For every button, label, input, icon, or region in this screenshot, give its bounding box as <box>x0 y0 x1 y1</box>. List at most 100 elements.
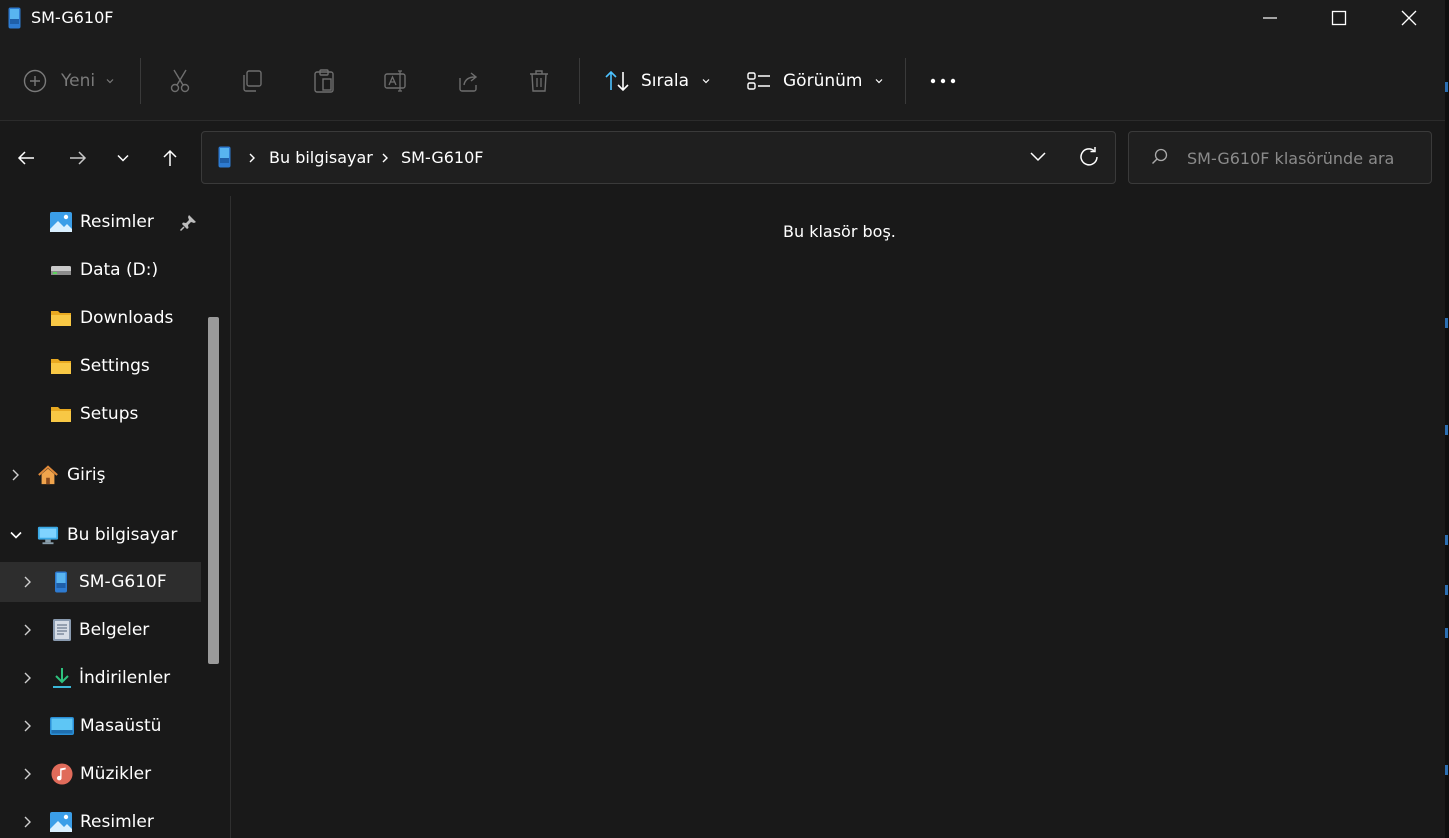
home-icon <box>38 465 58 485</box>
new-button[interactable]: Yeni <box>22 52 115 110</box>
copy-icon <box>243 70 262 92</box>
window-title: SM-G610F <box>31 8 114 27</box>
breadcrumb-device[interactable]: SM-G610F <box>401 148 483 167</box>
sidebar-item-label: Bu bilgisayar <box>67 525 178 545</box>
sidebar-item-label: İndirilenler <box>79 668 171 688</box>
sidebar-item-settings-folder[interactable]: Settings <box>0 346 201 386</box>
pane-divider[interactable] <box>230 196 231 838</box>
delete-button[interactable] <box>527 52 551 110</box>
sidebar-item-pictures[interactable]: Resimler <box>0 802 201 838</box>
sidebar-item-home[interactable]: Giriş <box>0 455 201 495</box>
pictures-icon <box>50 212 72 232</box>
sidebar-item-label: Belgeler <box>79 620 150 640</box>
sort-icon <box>605 70 629 92</box>
share-button[interactable] <box>455 52 481 110</box>
search-input[interactable] <box>1187 146 1417 170</box>
sidebar-item-sm-g610f[interactable]: SM-G610F <box>0 562 201 602</box>
up-button[interactable] <box>152 138 188 178</box>
background-window-edge <box>1445 0 1449 838</box>
sidebar-item-label: Data (D:) <box>80 260 159 280</box>
rename-button[interactable] <box>383 52 409 110</box>
sidebar-item-this-pc[interactable]: Bu bilgisayar <box>0 515 201 555</box>
more-icon <box>930 78 956 84</box>
sort-button[interactable]: Sırala <box>604 52 711 110</box>
sidebar-item-documents[interactable]: Belgeler <box>0 610 201 650</box>
sidebar-item-desktop[interactable]: Masaüstü <box>0 706 201 746</box>
chevron-right-icon[interactable] <box>20 574 36 590</box>
phone-icon <box>8 7 21 29</box>
chevron-down-icon <box>702 79 710 84</box>
sidebar-item-label: Resimler <box>80 212 154 232</box>
address-history-chevron-icon[interactable] <box>1028 149 1048 165</box>
sidebar-item-setups-folder[interactable]: Setups <box>0 394 201 434</box>
sidebar-item-pictures-pinned[interactable]: Resimler <box>0 202 201 242</box>
chevron-right-icon <box>249 153 255 163</box>
rename-icon <box>384 70 406 92</box>
minimize-icon <box>1263 17 1277 19</box>
pictures-icon <box>50 812 72 832</box>
sidebar-item-label: Setups <box>80 404 139 424</box>
sidebar-scrollbar-thumb[interactable] <box>208 317 219 664</box>
title-bar: SM-G610F <box>0 0 1445 36</box>
plus-circle-icon <box>23 69 47 93</box>
sidebar-item-downloads-folder[interactable]: Downloads <box>0 298 201 338</box>
back-button[interactable] <box>8 138 44 178</box>
arrow-up-icon <box>163 149 177 166</box>
sidebar-item-label: Müzikler <box>80 764 152 784</box>
folder-icon <box>51 359 71 374</box>
sidebar-item-label: Masaüstü <box>80 716 162 736</box>
toolbar-divider <box>579 58 580 104</box>
sidebar-item-downloads[interactable]: İndirilenler <box>0 658 201 698</box>
chevron-right-icon[interactable] <box>8 467 24 483</box>
chevron-right-icon[interactable] <box>20 814 36 830</box>
arrow-left-icon <box>17 151 34 165</box>
chevron-down-icon <box>106 79 114 84</box>
sort-label: Sırala <box>641 71 690 91</box>
close-icon <box>1401 10 1417 26</box>
chevron-right-icon[interactable] <box>20 622 36 638</box>
recent-locations-button[interactable] <box>105 138 141 178</box>
chevron-right-icon[interactable] <box>20 718 36 734</box>
navigation-pane: Resimler Data (D:) Downloads Settings Se… <box>0 196 224 838</box>
folder-icon <box>51 407 71 422</box>
sidebar-item-label: Resimler <box>80 812 154 832</box>
documents-icon <box>53 619 71 641</box>
view-label: Görünüm <box>783 71 863 91</box>
forward-button[interactable] <box>60 138 96 178</box>
cut-button[interactable] <box>168 52 192 110</box>
view-icon <box>747 72 770 90</box>
sidebar-item-label: Giriş <box>67 465 106 485</box>
phone-icon <box>55 571 67 593</box>
minimize-button[interactable] <box>1235 0 1305 36</box>
maximize-button[interactable] <box>1304 0 1374 36</box>
copy-button[interactable] <box>240 52 264 110</box>
paste-icon <box>314 69 334 93</box>
sidebar-item-music[interactable]: Müzikler <box>0 754 201 794</box>
close-button[interactable] <box>1374 0 1444 36</box>
downloads-icon <box>53 668 71 688</box>
sidebar-item-label: SM-G610F <box>79 572 167 592</box>
delete-icon <box>530 70 548 92</box>
command-bar: Yeni Sırala Görünüm <box>0 36 1445 121</box>
pin-icon[interactable] <box>179 214 197 232</box>
refresh-icon[interactable] <box>1077 145 1101 169</box>
arrow-right-icon <box>70 151 87 165</box>
search-box[interactable] <box>1128 131 1432 184</box>
empty-folder-message: Bu klasör boş. <box>783 222 896 241</box>
toolbar-divider <box>905 58 906 104</box>
sidebar-item-data-drive[interactable]: Data (D:) <box>0 250 201 290</box>
chevron-down-icon[interactable] <box>8 527 24 543</box>
chevron-right-icon[interactable] <box>20 670 36 686</box>
address-bar[interactable]: Bu bilgisayar SM-G610F <box>201 131 1116 184</box>
phone-icon <box>218 146 231 168</box>
sidebar-item-label: Settings <box>80 356 150 376</box>
view-button[interactable]: Görünüm <box>746 52 884 110</box>
more-button[interactable] <box>928 52 958 110</box>
paste-button[interactable] <box>312 52 336 110</box>
share-icon <box>459 72 478 92</box>
desktop-icon <box>50 717 74 735</box>
breadcrumb-this-pc[interactable]: Bu bilgisayar <box>269 148 373 167</box>
chevron-right-icon[interactable] <box>20 766 36 782</box>
chevron-down-icon <box>876 79 883 84</box>
chevron-down-icon <box>117 154 129 162</box>
